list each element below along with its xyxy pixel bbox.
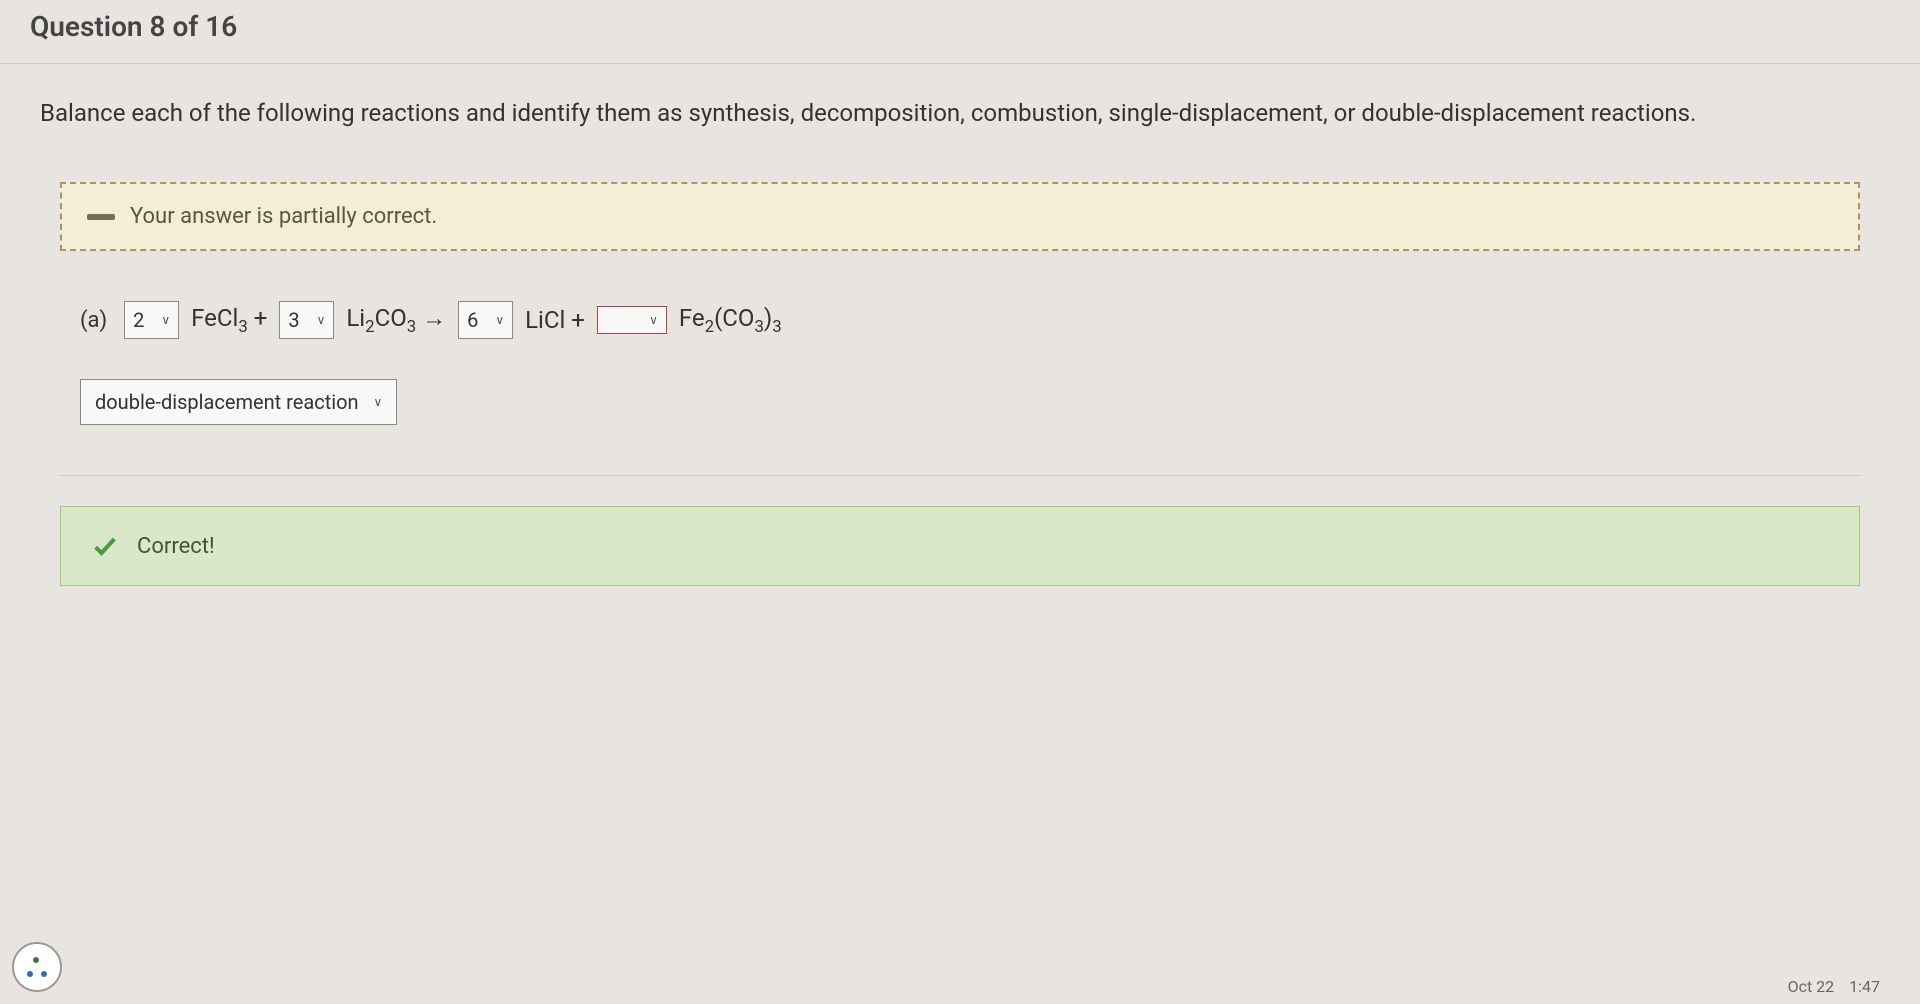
coef2-value: 3 (288, 308, 299, 332)
chevron-down-icon: ∨ (161, 313, 170, 327)
divider (60, 475, 1860, 476)
correct-box: Correct! (60, 506, 1860, 586)
content-area: Balance each of the following reactions … (0, 64, 1920, 626)
reactant2: Li2CO3 → (346, 304, 446, 337)
cookie-settings-icon[interactable] (12, 942, 62, 992)
footer-date: Oct 22 (1788, 977, 1835, 996)
coef4-select[interactable]: ∨ (597, 306, 667, 334)
question-header: Question 8 of 16 (0, 0, 1920, 64)
coef3-select[interactable]: 6 ∨ (458, 301, 513, 339)
reaction-type-row: double-displacement reaction ∨ (80, 379, 1840, 425)
product1: LiCl + (525, 306, 585, 334)
part-label: (a) (80, 308, 107, 333)
coef1-select[interactable]: 2 ∨ (124, 301, 179, 339)
chevron-down-icon: ∨ (495, 313, 504, 327)
check-icon (91, 532, 119, 560)
coef1-value: 2 (133, 308, 144, 332)
footer-time: 1:47 (1849, 977, 1880, 996)
footer: Oct 22 1:47 (1788, 977, 1880, 996)
chevron-down-icon: ∨ (649, 313, 658, 327)
chevron-down-icon: ∨ (317, 313, 326, 327)
question-prompt: Balance each of the following reactions … (40, 94, 1880, 132)
correct-text: Correct! (137, 534, 215, 559)
reactant1: FeCl3 + (191, 304, 267, 337)
feedback-box: Your answer is partially correct. (60, 182, 1860, 251)
coef3-value: 6 (467, 308, 478, 332)
product2: Fe2(CO3)3 (679, 304, 782, 337)
equation-row: (a) 2 ∨ FeCl3 + 3 ∨ Li2CO3 → 6 ∨ LiCl + … (80, 301, 1840, 339)
chevron-down-icon: ∨ (374, 395, 383, 409)
reaction-type-select[interactable]: double-displacement reaction ∨ (80, 379, 397, 425)
coef2-select[interactable]: 3 ∨ (279, 301, 334, 339)
reaction-type-value: double-displacement reaction (95, 390, 359, 414)
feedback-text: Your answer is partially correct. (130, 204, 437, 229)
minus-icon (87, 214, 115, 220)
